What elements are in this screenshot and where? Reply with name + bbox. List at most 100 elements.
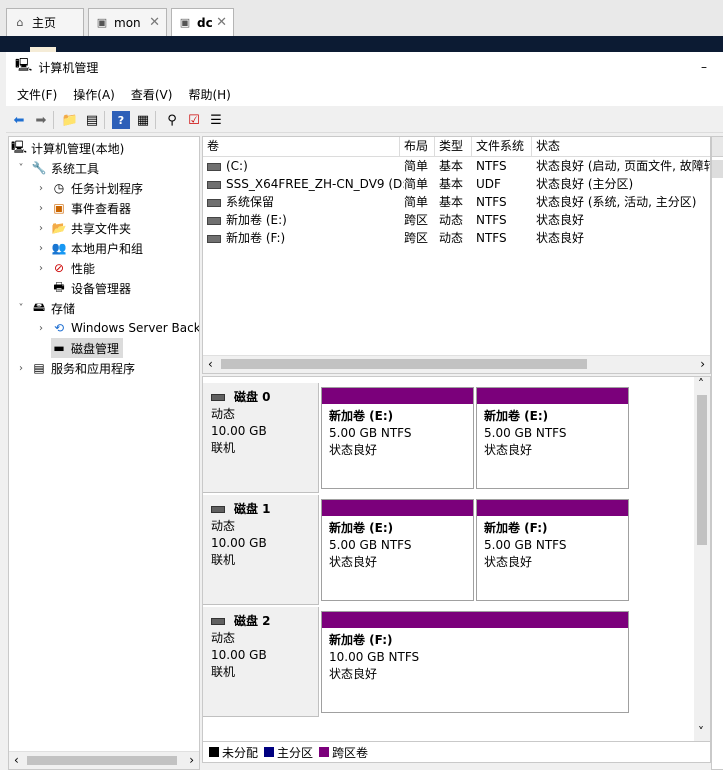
partition-block[interactable]: 新加卷 (E:) 5.00 GB NTFS 状态良好: [321, 387, 474, 489]
table-row[interactable]: 新加卷 (E:) 跨区 动态 NTFS 状态良好: [203, 211, 710, 229]
scroll-down-icon[interactable]: ˅: [698, 725, 704, 739]
help-icon[interactable]: ?: [112, 111, 130, 129]
chevron-right-icon[interactable]: ›: [35, 243, 47, 254]
disk-label[interactable]: 磁盘 2 动态 10.00 GB 联机: [203, 607, 319, 717]
tree-item-system-tools[interactable]: ˅ 🔧 系统工具: [15, 158, 100, 178]
column-status[interactable]: 状态: [532, 137, 710, 156]
tree-item-services-apps[interactable]: › ▤ 服务和应用程序: [15, 358, 135, 378]
chevron-right-icon[interactable]: ›: [15, 363, 27, 374]
cell-text: 基本: [439, 177, 464, 191]
partition-color-bar: [477, 500, 628, 516]
scroll-right-icon[interactable]: ›: [700, 357, 705, 371]
tree-item-device-manager[interactable]: 🖶 设备管理器: [51, 278, 131, 298]
partition-block[interactable]: 新加卷 (E:) 5.00 GB NTFS 状态良好: [476, 387, 629, 489]
table-row[interactable]: (C:) 简单基本 NTFS 状态良好 (启动, 页面文件, 故障转储, 主分区): [203, 157, 710, 175]
title-bar: 🖳 计算机管理 –: [6, 52, 723, 82]
column-volume[interactable]: 卷: [203, 137, 400, 156]
up-folder-icon[interactable]: 📁: [61, 111, 79, 129]
minimize-button[interactable]: –: [701, 60, 707, 74]
close-icon[interactable]: ✕: [149, 15, 160, 30]
cell-text: 动态: [439, 231, 464, 245]
menu-file[interactable]: 文件(F): [17, 86, 57, 103]
chevron-down-icon[interactable]: ˅: [15, 303, 27, 314]
partition-color-bar: [322, 612, 628, 628]
tree-item-performance[interactable]: › ⊘ 性能: [35, 258, 95, 278]
chevron-down-icon[interactable]: ˅: [15, 163, 27, 174]
tree-label: 计算机管理(本地): [31, 141, 125, 156]
table-cell-type: 动态: [435, 229, 476, 247]
tab-home[interactable]: ⌂ 主页: [6, 8, 84, 36]
chevron-right-icon[interactable]: ›: [35, 323, 47, 334]
disk-size: 10.00 GB: [211, 536, 267, 550]
column-filesystem[interactable]: 文件系统: [472, 137, 532, 156]
tree-item-local-users[interactable]: › 👥 本地用户和组: [35, 238, 143, 258]
partition-block[interactable]: 新加卷 (F:) 10.00 GB NTFS 状态良好: [321, 611, 629, 713]
toolbar: ⬅ ➡ 📁 ▤ ? ▦ ⚲ ☑ ☰: [6, 108, 723, 133]
tree-root[interactable]: 🖳 计算机管理(本地): [11, 138, 124, 158]
chevron-right-icon[interactable]: ›: [35, 183, 47, 194]
cell-text: NTFS: [476, 159, 507, 173]
legend-swatch-spanned: [319, 747, 330, 757]
scroll-thumb[interactable]: [697, 395, 707, 545]
menu-view[interactable]: 查看(V): [131, 86, 173, 103]
disk-graphical-view: 磁盘 0 动态 10.00 GB 联机 新加卷 (E:) 5.00 GB NTFS 状态良好…: [202, 376, 711, 742]
table-row[interactable]: 新加卷 (F:) 跨区 动态 NTFS 状态良好: [203, 229, 710, 247]
scroll-up-icon[interactable]: ˄: [698, 377, 704, 391]
actions-item[interactable]: [712, 160, 723, 178]
legend: 未分配 主分区 跨区卷: [202, 742, 711, 763]
disk-label[interactable]: 磁盘 1 动态 10.00 GB 联机: [203, 495, 319, 605]
column-type[interactable]: 类型: [435, 137, 472, 156]
tree-item-windows-server-backup[interactable]: › ⟲ Windows Server Backup: [35, 318, 199, 338]
column-layout[interactable]: 布局: [400, 137, 435, 156]
partition-block[interactable]: 新加卷 (E:) 5.00 GB NTFS 状态良好: [321, 499, 474, 601]
volume-list-header: 卷 布局 类型 文件系统 状态: [203, 137, 710, 157]
tree-item-event-viewer[interactable]: › ▣ 事件查看器: [35, 198, 131, 218]
connect-icon[interactable]: ⚲: [163, 111, 181, 129]
close-icon[interactable]: ✕: [216, 15, 227, 30]
volume-icon: [207, 162, 221, 171]
chevron-right-icon[interactable]: ›: [35, 223, 47, 234]
table-cell-status: 状态良好 (启动, 页面文件, 故障转储, 主分区): [532, 157, 710, 175]
partition-block[interactable]: 新加卷 (F:) 5.00 GB NTFS 状态良好: [476, 499, 629, 601]
menu-action[interactable]: 操作(A): [73, 86, 115, 103]
tab-mon[interactable]: ▣ mon ✕: [88, 8, 167, 36]
tree-item-storage[interactable]: ˅ 🖴 存储: [15, 298, 76, 318]
properties-icon[interactable]: ▦: [134, 111, 152, 129]
table-row[interactable]: SSS_X64FREE_ZH-CN_DV9 (D:) 简单 基本 UDF 状态良好 (主…: [203, 175, 710, 193]
tree-item-task-scheduler[interactable]: › ◷ 任务计划程序: [35, 178, 143, 198]
cell-text: 简单: [404, 195, 429, 209]
tree-item-disk-management[interactable]: ▬ 磁盘管理: [51, 338, 124, 358]
disk-kind: 动态: [211, 631, 236, 645]
actions-header: [712, 137, 723, 157]
scroll-right-icon[interactable]: ›: [189, 753, 194, 767]
scroll-thumb[interactable]: [221, 359, 587, 369]
forward-icon[interactable]: ➡: [32, 111, 50, 129]
disk-view-vscrollbar[interactable]: ˄ ˅: [694, 377, 710, 741]
check-icon[interactable]: ☑: [185, 111, 203, 129]
scroll-left-icon[interactable]: ‹: [208, 357, 213, 371]
cell-text: 简单: [404, 159, 429, 173]
chevron-right-icon[interactable]: ›: [35, 263, 47, 274]
tree-item-shared-folders[interactable]: › 📂 共享文件夹: [35, 218, 131, 238]
scroll-thumb[interactable]: [27, 756, 177, 765]
back-icon[interactable]: ⬅: [10, 111, 28, 129]
show-hide-tree-icon[interactable]: ▤: [83, 111, 101, 129]
table-cell-fs: UDF: [472, 175, 536, 193]
disk-label[interactable]: 磁盘 0 动态 10.00 GB 联机: [203, 383, 319, 493]
chevron-right-icon[interactable]: ›: [35, 203, 47, 214]
menu-help[interactable]: 帮助(H): [188, 86, 230, 103]
table-row[interactable]: 系统保留 简单 基本 NTFS 状态良好 (系统, 活动, 主分区): [203, 193, 710, 211]
tree-label: 共享文件夹: [71, 221, 132, 236]
tree-label: 本地用户和组: [71, 241, 144, 256]
partition-name: 新加卷 (F:): [329, 633, 393, 647]
scroll-left-icon[interactable]: ‹: [14, 753, 19, 767]
list-icon[interactable]: ☰: [207, 111, 225, 129]
partition-name: 新加卷 (F:): [484, 521, 548, 535]
table-cell-status: 状态良好 (系统, 活动, 主分区): [532, 193, 710, 211]
legend-swatch-unallocated: [209, 747, 219, 757]
tab-dc[interactable]: ▣ dc ✕: [171, 8, 234, 36]
volume-list-hscrollbar[interactable]: ‹ ›: [203, 355, 710, 373]
partition-info: 新加卷 (E:) 5.00 GB NTFS 状态良好: [322, 404, 473, 459]
partition-status: 状态良好: [484, 443, 533, 457]
tree-hscrollbar[interactable]: ‹ ›: [9, 751, 199, 769]
